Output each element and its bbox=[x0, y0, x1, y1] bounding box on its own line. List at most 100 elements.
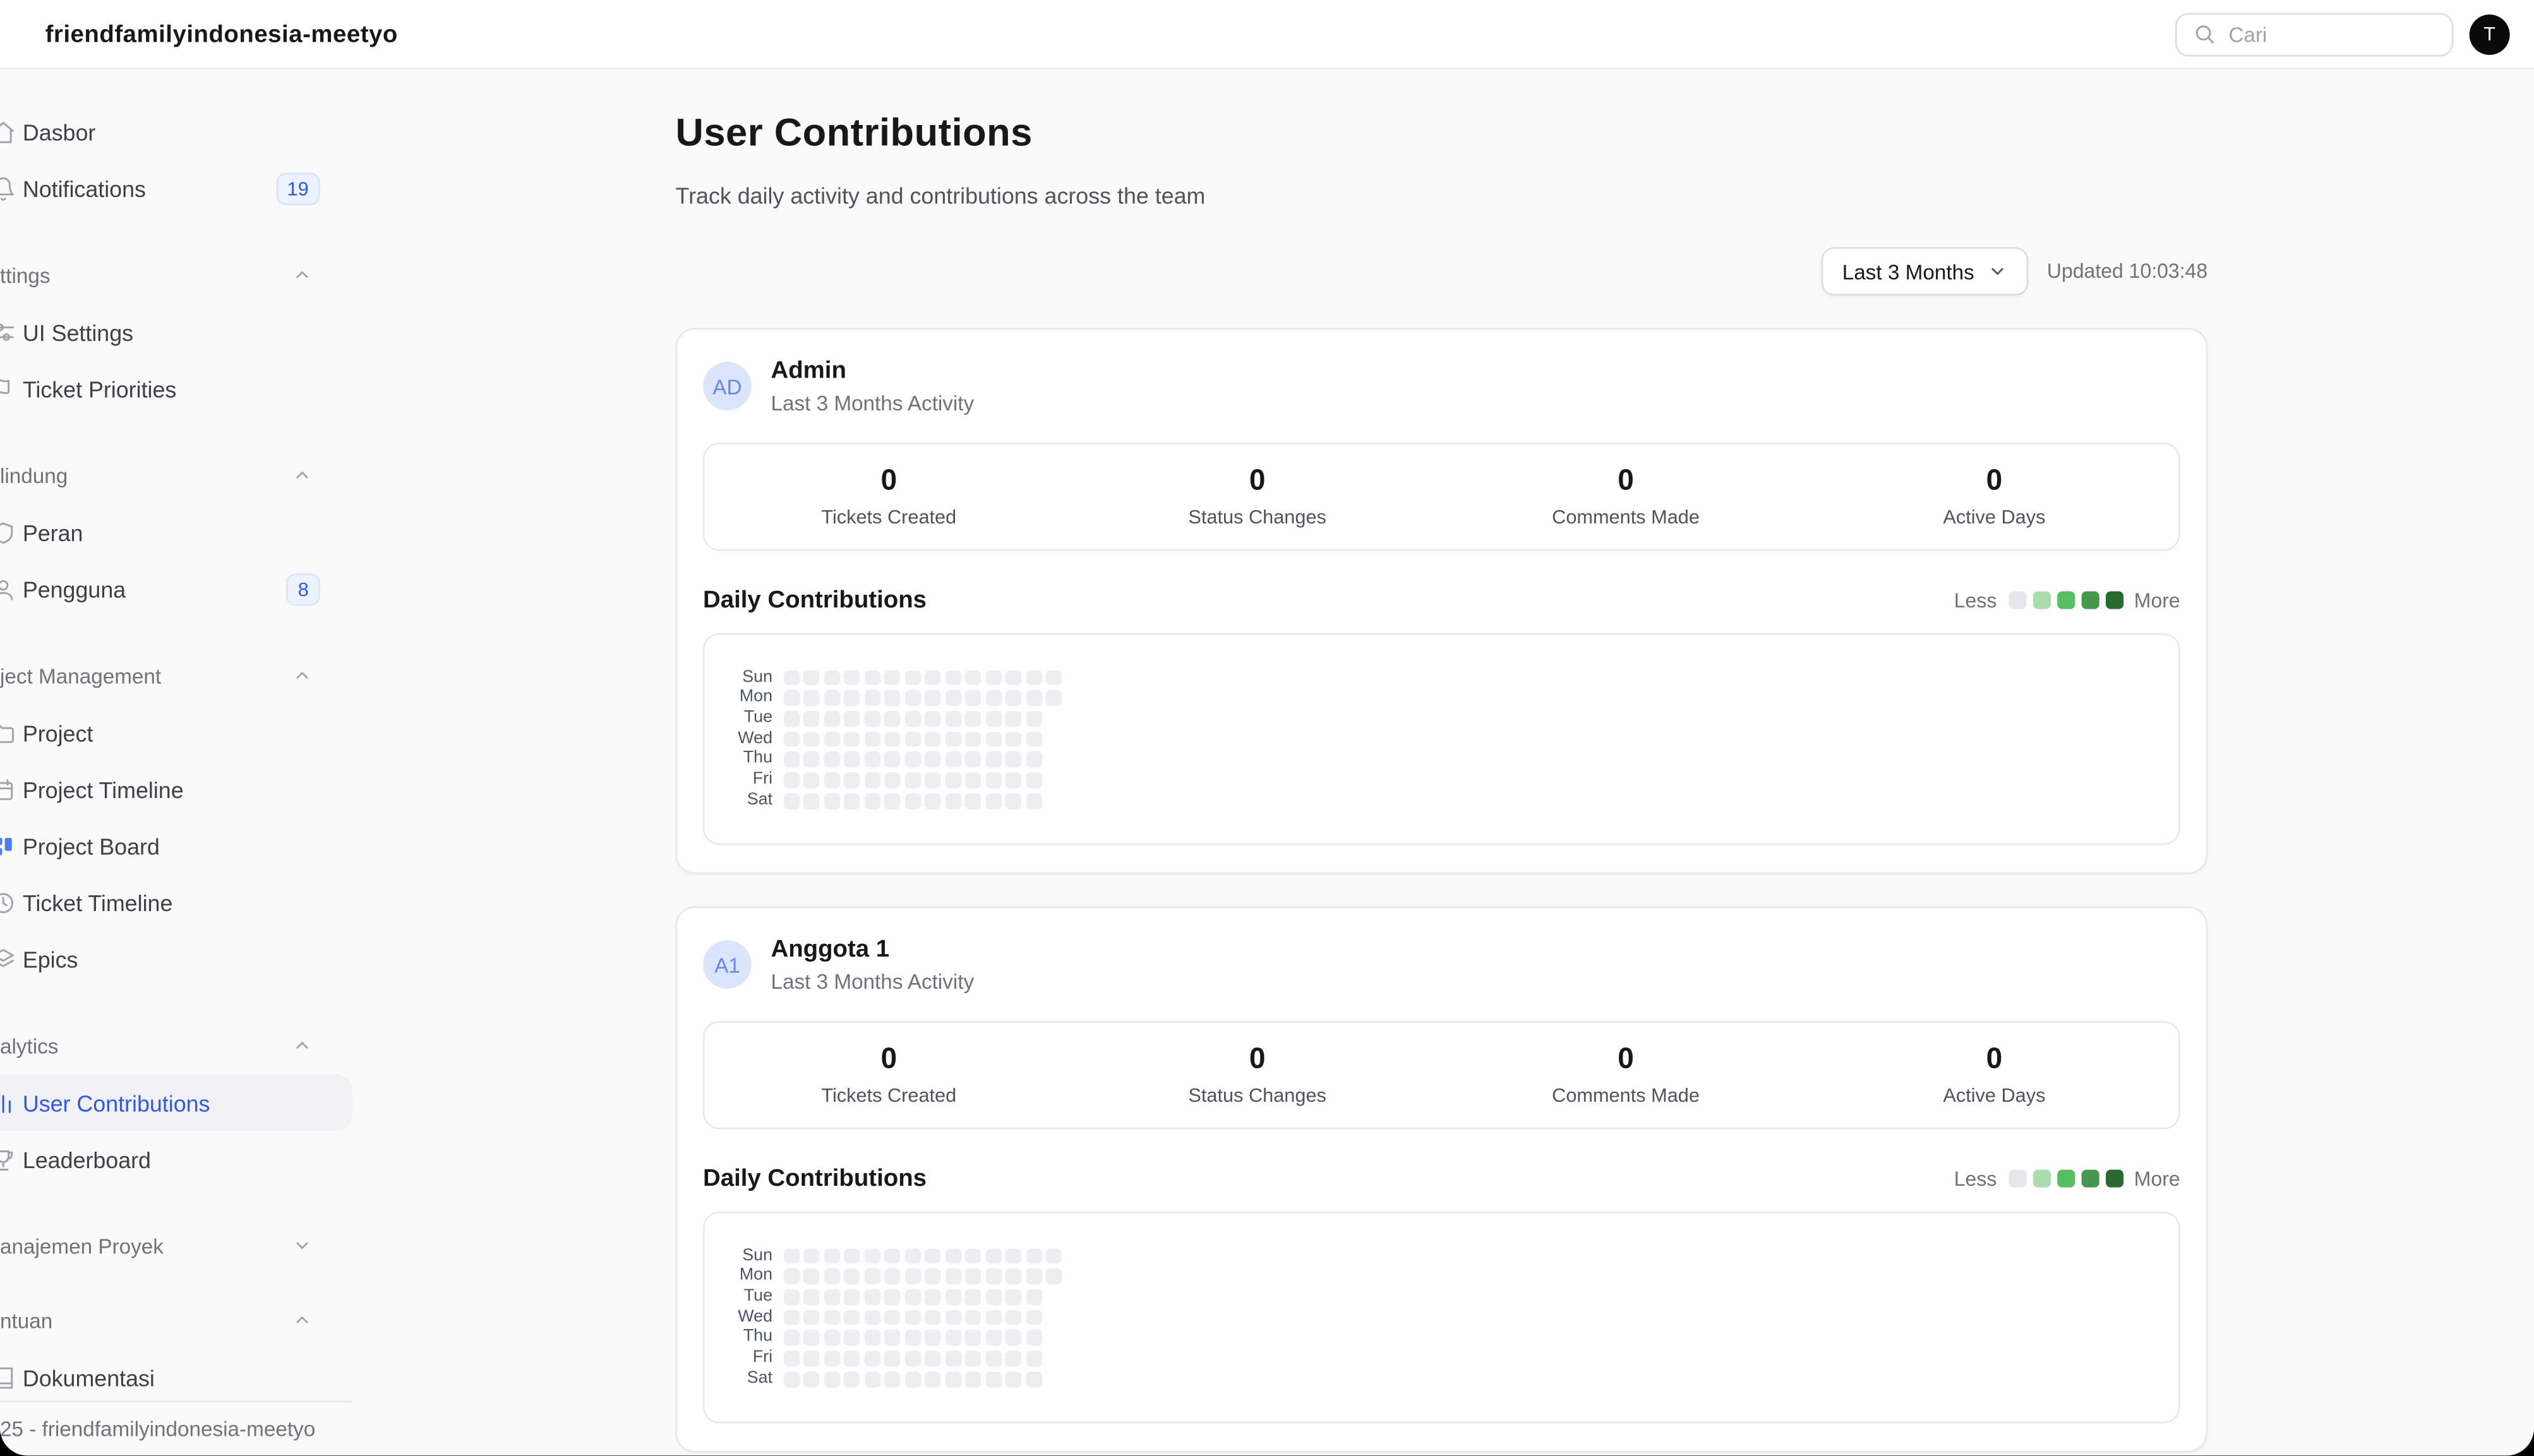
heatmap-cell bbox=[946, 1330, 961, 1346]
heatmap-day-label: Tue bbox=[705, 1289, 772, 1305]
bell-icon bbox=[0, 176, 16, 201]
heatmap-cell bbox=[925, 711, 941, 727]
heatmap-cell bbox=[784, 711, 800, 727]
sidebar-item-project-board[interactable]: Project Board bbox=[0, 818, 352, 874]
heatmap-cell bbox=[985, 1330, 1001, 1346]
heatmap-day-label: Thu bbox=[705, 1330, 772, 1346]
user-avatar-button[interactable]: T bbox=[2470, 14, 2510, 54]
heatmap-day-label: Sat bbox=[705, 793, 772, 809]
heatmap-day-label: Sat bbox=[705, 1371, 772, 1387]
heatmap-cell bbox=[804, 1351, 820, 1366]
stat-label: Active Days bbox=[1943, 1084, 2045, 1107]
clock-icon bbox=[0, 890, 16, 916]
sidebar-section-ntuan[interactable]: ntuan bbox=[0, 1304, 352, 1336]
sidebar-item-dasbor[interactable]: Dasbor bbox=[0, 104, 352, 160]
heatmap-cells bbox=[784, 711, 1042, 727]
heatmap-cell bbox=[804, 1289, 820, 1305]
sidebar-item-leaderboard[interactable]: Leaderboard bbox=[0, 1131, 352, 1188]
heatmap-cell bbox=[1046, 690, 1062, 706]
user-name: Anggota 1 bbox=[771, 936, 975, 963]
heatmap-cell bbox=[925, 1371, 941, 1387]
sidebar-item-user-contributions[interactable]: User Contributions bbox=[0, 1075, 352, 1131]
heatmap-cell bbox=[844, 1351, 860, 1366]
heatmap-cell bbox=[985, 752, 1001, 768]
sidebar-item-project[interactable]: Project bbox=[0, 705, 352, 761]
flag-icon bbox=[0, 376, 16, 402]
heatmap-cell bbox=[885, 1371, 901, 1387]
heatmap-title: Daily Contributions bbox=[703, 1165, 927, 1192]
sidebar-item-peran[interactable]: Peran bbox=[0, 504, 352, 561]
heatmap-cell bbox=[905, 793, 921, 809]
legend-level-2 bbox=[2057, 1170, 2074, 1188]
sidebar-section-lindung[interactable]: lindung bbox=[0, 459, 352, 491]
legend-level-0 bbox=[2008, 1170, 2026, 1188]
heatmap-cell bbox=[1006, 1351, 1021, 1366]
chevron-up-icon bbox=[292, 465, 312, 485]
stat-status-changes: 0Status Changes bbox=[1073, 464, 1441, 528]
layers-icon bbox=[0, 946, 16, 972]
sidebar-section-ttings[interactable]: ttings bbox=[0, 258, 352, 290]
heatmap-cell bbox=[1006, 711, 1021, 727]
sidebar-item-project-timeline[interactable]: Project Timeline bbox=[0, 761, 352, 818]
sidebar-item-label: Project bbox=[23, 720, 93, 746]
sidebar-section-ject-management[interactable]: ject Management bbox=[0, 659, 352, 691]
stat-value: 0 bbox=[1249, 464, 1266, 498]
heatmap-cell bbox=[844, 1371, 860, 1387]
heatmap-cell bbox=[1026, 1248, 1042, 1264]
sidebar-section-anajemen-proyek[interactable]: anajemen Proyek bbox=[0, 1229, 352, 1262]
heatmap-cell bbox=[985, 1248, 1001, 1264]
heatmap-cell bbox=[1026, 772, 1042, 788]
heatmap-cell bbox=[784, 1248, 800, 1264]
search-input[interactable] bbox=[2228, 22, 2435, 46]
heatmap-cell bbox=[844, 1289, 860, 1305]
heatmap-cell bbox=[925, 731, 941, 747]
heatmap-cell bbox=[1006, 772, 1021, 788]
chevron-down-icon bbox=[1987, 262, 2007, 282]
stat-status-changes: 0Status Changes bbox=[1073, 1042, 1441, 1107]
heatmap-cell bbox=[784, 1351, 800, 1366]
heatmap-cell bbox=[946, 752, 961, 768]
search-box[interactable] bbox=[2175, 12, 2453, 56]
topbar-right: T bbox=[2175, 12, 2510, 56]
sidebar-item-notifications[interactable]: Notifications19 bbox=[0, 160, 352, 217]
sidebar-item-epics[interactable]: Epics bbox=[0, 931, 352, 988]
sidebar-section-label: ntuan bbox=[0, 1308, 52, 1332]
heatmap-cell bbox=[784, 731, 800, 747]
heatmap-cell bbox=[865, 711, 880, 727]
sidebar-item-ticket-timeline[interactable]: Ticket Timeline bbox=[0, 874, 352, 931]
heatmap-cell bbox=[1026, 1310, 1042, 1325]
stat-value: 0 bbox=[1618, 464, 1634, 498]
stats-box: 0Tickets Created0Status Changes0Comments… bbox=[703, 443, 2180, 551]
user-card-admin: ADAdminLast 3 Months Activity0Tickets Cr… bbox=[676, 328, 2208, 874]
sidebar-item-pengguna[interactable]: Pengguna8 bbox=[0, 561, 352, 618]
heatmap-cell bbox=[965, 731, 981, 747]
heatmap-cells bbox=[784, 1371, 1042, 1387]
legend-level-2 bbox=[2057, 592, 2074, 609]
heatmap-cell bbox=[925, 772, 941, 788]
heatmap-cell bbox=[985, 731, 1001, 747]
sidebar-item-ticket-priorities[interactable]: Ticket Priorities bbox=[0, 361, 352, 417]
heatmap-cell bbox=[1006, 670, 1021, 686]
heatmap-cell bbox=[885, 670, 901, 686]
sidebar-nav: DasborNotifications19ttingsUI SettingsTi… bbox=[0, 68, 352, 1405]
heatmap-cell bbox=[1026, 731, 1042, 747]
sliders-icon bbox=[0, 319, 16, 345]
heatmap-cell bbox=[865, 731, 880, 747]
heatmap-cells bbox=[784, 793, 1042, 809]
stat-label: Active Days bbox=[1943, 506, 2045, 528]
legend-level-3 bbox=[2081, 1170, 2098, 1188]
card-header: A1Anggota 1Last 3 Months Activity bbox=[703, 936, 2180, 994]
stat-value: 0 bbox=[880, 464, 897, 498]
sidebar-item-dokumentasi[interactable]: Dokumentasi bbox=[0, 1349, 352, 1406]
stat-label: Comments Made bbox=[1552, 1084, 1700, 1107]
heatmap-cell bbox=[824, 752, 840, 768]
heatmap-cell bbox=[824, 1289, 840, 1305]
heatmap-cell bbox=[965, 1371, 981, 1387]
heatmap-row-mon: Mon bbox=[705, 690, 2179, 706]
sidebar-item-ui-settings[interactable]: UI Settings bbox=[0, 304, 352, 361]
heatmap-cell bbox=[804, 1268, 820, 1284]
heatmap-cell bbox=[985, 772, 1001, 788]
sidebar-item-label: Dokumentasi bbox=[23, 1364, 155, 1390]
sidebar-section-alytics[interactable]: alytics bbox=[0, 1029, 352, 1061]
period-filter-dropdown[interactable]: Last 3 Months bbox=[1822, 248, 2028, 296]
